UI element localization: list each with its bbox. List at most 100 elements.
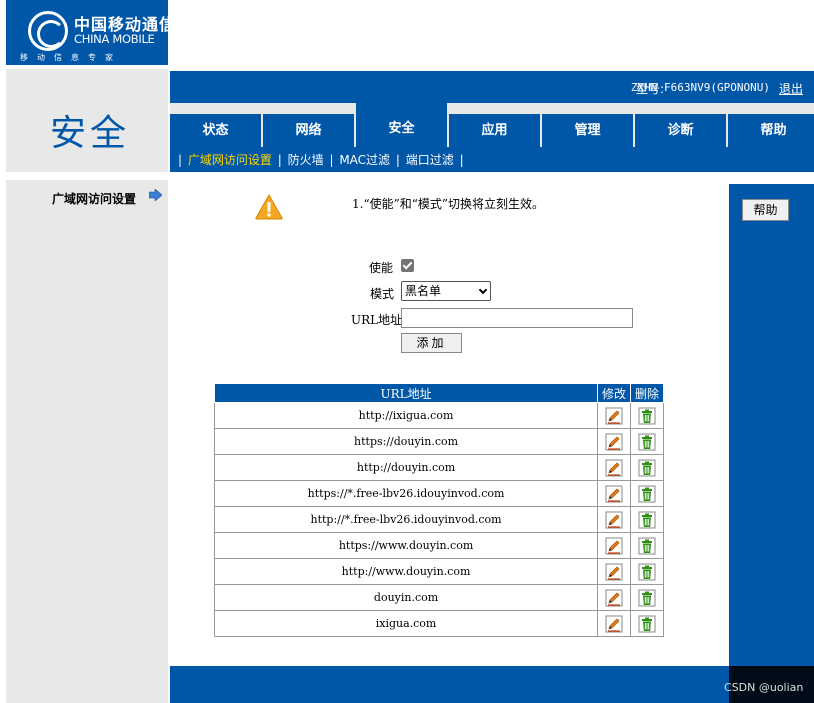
model-bar: 型号: ZXHN F663NV9(GPONONU) 退出: [170, 71, 814, 103]
footer-bar: [170, 666, 814, 703]
notice-text: 1.“使能”和“模式”切换将立刻生效。: [352, 197, 544, 211]
delete-cell: [630, 506, 664, 533]
edit-cell: [597, 506, 632, 533]
url-cell: http://*.free-lbv26.idouyinvod.com: [213, 506, 599, 533]
add-button[interactable]: 添加: [401, 333, 462, 353]
sub-nav-separator: |: [178, 153, 183, 167]
url-cell: ixigua.com: [213, 610, 599, 637]
delete-cell: [630, 532, 664, 559]
table-header-row: URL地址 修改 删除: [213, 383, 664, 403]
trash-icon[interactable]: [638, 615, 656, 633]
sub-nav-separator: |: [277, 153, 282, 167]
delete-cell: [630, 610, 664, 637]
edit-icon[interactable]: [605, 563, 623, 581]
delete-cell: [630, 584, 664, 611]
tab-management[interactable]: 管理: [542, 114, 633, 147]
tab-help[interactable]: 帮助: [728, 114, 814, 147]
edit-icon[interactable]: [605, 615, 623, 633]
help-column: [729, 184, 814, 666]
column-header-delete: 删除: [630, 383, 664, 403]
sub-nav-port-filter[interactable]: 端口过滤: [406, 153, 454, 167]
brand-name-en: CHINA MOBILE: [74, 32, 155, 46]
column-header-url: URL地址: [213, 383, 599, 403]
url-cell: https://douyin.com: [213, 428, 599, 455]
table-row: douyin.com: [213, 584, 664, 611]
left-menu: 广域网访问设置: [6, 180, 168, 666]
trash-icon[interactable]: [638, 433, 656, 451]
main-tabs: 状态 网络 安全 应用 管理 诊断 帮助: [170, 103, 814, 147]
page-title: 安全: [50, 113, 131, 154]
url-table: URL地址 修改 删除 http://ixigua.com https://dou…: [213, 383, 664, 637]
brand-logo: 中国移动通信 CHINA MOBILE 移动信息专家: [6, 0, 175, 65]
trash-icon[interactable]: [638, 459, 656, 477]
mode-select-value: 黑名单: [405, 284, 442, 298]
edit-cell: [597, 454, 632, 481]
sub-nav-bar: | 广域网访问设置 | 防火墙 | MAC过滤 | 端口过滤 |: [170, 147, 814, 172]
model-value: ZXHN F663NV9(GPONONU): [630, 81, 770, 94]
table-row: http://ixigua.com: [213, 402, 664, 429]
edit-cell: [597, 532, 632, 559]
sub-nav-separator: |: [459, 153, 464, 167]
table-row: http://douyin.com: [213, 454, 664, 481]
table-row: https://www.douyin.com: [213, 532, 664, 559]
sub-nav-separator: |: [329, 153, 334, 167]
warning-icon: [255, 194, 283, 220]
trash-icon[interactable]: [638, 407, 656, 425]
delete-cell: [630, 480, 664, 507]
left-menu-item-wan-access[interactable]: 广域网访问设置: [52, 190, 136, 207]
tab-status[interactable]: 状态: [170, 114, 261, 147]
footer-left: [6, 666, 168, 703]
edit-cell: [597, 428, 632, 455]
url-cell: http://www.douyin.com: [213, 558, 599, 585]
url-label: URL地址: [351, 313, 403, 327]
edit-icon[interactable]: [605, 589, 623, 607]
tab-diagnostics[interactable]: 诊断: [635, 114, 726, 147]
table-row: https://douyin.com: [213, 428, 664, 455]
mode-select[interactable]: 黑名单: [401, 281, 491, 301]
chevron-down-icon: [478, 285, 488, 295]
edit-icon[interactable]: [605, 433, 623, 451]
table-row: https://*.free-lbv26.idouyinvod.com: [213, 480, 664, 507]
table-body: http://ixigua.com https://douyin.com http:…: [213, 402, 664, 637]
url-cell: https://www.douyin.com: [213, 532, 599, 559]
delete-cell: [630, 454, 664, 481]
edit-cell: [597, 610, 632, 637]
sub-nav: | 广域网访问设置 | 防火墙 | MAC过滤 | 端口过滤 |: [176, 151, 466, 168]
logout-link[interactable]: 退出: [779, 80, 803, 97]
enable-checkbox[interactable]: [401, 259, 414, 272]
edit-icon[interactable]: [605, 511, 623, 529]
trash-icon[interactable]: [638, 485, 656, 503]
edit-icon[interactable]: [605, 485, 623, 503]
sub-nav-mac-filter[interactable]: MAC过滤: [339, 153, 390, 167]
url-cell: http://ixigua.com: [213, 402, 599, 429]
edit-cell: [597, 584, 632, 611]
tab-network[interactable]: 网络: [263, 114, 354, 147]
table-row: ixigua.com: [213, 610, 664, 637]
trash-icon[interactable]: [638, 511, 656, 529]
trash-icon[interactable]: [638, 589, 656, 607]
table-row: http://www.douyin.com: [213, 558, 664, 585]
edit-icon[interactable]: [605, 537, 623, 555]
sub-nav-wan-access[interactable]: 广域网访问设置: [188, 153, 272, 167]
china-mobile-logo-icon: [28, 11, 68, 51]
edit-cell: [597, 480, 632, 507]
edit-icon[interactable]: [605, 407, 623, 425]
tab-application[interactable]: 应用: [449, 114, 540, 147]
mode-label: 模式: [370, 287, 395, 301]
edit-cell: [597, 402, 632, 429]
trash-icon[interactable]: [638, 537, 656, 555]
column-header-edit: 修改: [597, 383, 632, 403]
edit-icon[interactable]: [605, 459, 623, 477]
url-input[interactable]: [401, 308, 633, 328]
sub-nav-firewall[interactable]: 防火墙: [288, 153, 324, 167]
table-row: http://*.free-lbv26.idouyinvod.com: [213, 506, 664, 533]
arrow-right-icon: [149, 189, 162, 201]
tab-security[interactable]: 安全: [356, 103, 447, 147]
url-cell: https://*.free-lbv26.idouyinvod.com: [213, 480, 599, 507]
help-button[interactable]: 帮助: [742, 199, 789, 221]
sub-nav-separator: |: [395, 153, 400, 167]
brand-slogan: 移动信息专家: [20, 53, 122, 62]
delete-cell: [630, 558, 664, 585]
enable-label: 使能: [369, 261, 394, 275]
trash-icon[interactable]: [638, 563, 656, 581]
